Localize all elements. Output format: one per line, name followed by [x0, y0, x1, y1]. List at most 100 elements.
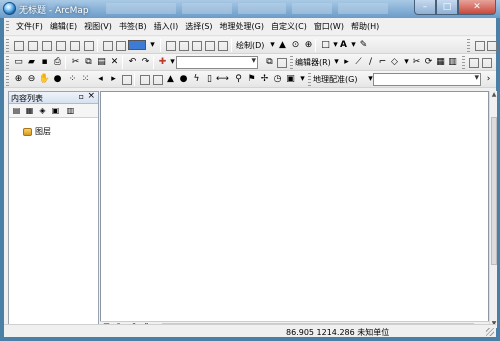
- layer-icon[interactable]: [190, 39, 203, 52]
- layout-icon[interactable]: [40, 39, 53, 52]
- fill-color-swatch[interactable]: [128, 40, 146, 50]
- layout-icon[interactable]: [114, 39, 127, 52]
- toc-title: 内容列表: [11, 94, 43, 103]
- editor-menu-label[interactable]: 编辑器(R): [295, 57, 331, 68]
- measure-icon[interactable]: ⟷: [216, 73, 229, 86]
- menu-geoprocessing[interactable]: 地理处理(G): [217, 21, 267, 32]
- layout-icon[interactable]: [216, 39, 229, 52]
- menu-window[interactable]: 窗口(W): [311, 21, 347, 32]
- new-document-icon[interactable]: ▭: [12, 56, 25, 69]
- menu-edit[interactable]: 编辑(E): [47, 21, 80, 32]
- close-button[interactable]: ✕: [458, 0, 496, 15]
- scroll-up-icon[interactable]: ▲: [490, 91, 498, 99]
- vertical-scrollbar[interactable]: ▲ ▼: [489, 91, 497, 328]
- layout-icon[interactable]: [54, 39, 67, 52]
- layout-icon[interactable]: [68, 39, 81, 52]
- pin-icon[interactable]: ▫: [79, 92, 84, 101]
- georeferencing-layer-combo[interactable]: [373, 73, 481, 86]
- layout-icon[interactable]: [101, 39, 114, 52]
- find-icon[interactable]: ⚲: [232, 73, 245, 86]
- maximize-button[interactable]: □: [436, 0, 458, 15]
- cursor-icon[interactable]: ▲: [276, 39, 289, 52]
- chevron-down-icon[interactable]: ▾: [146, 39, 159, 52]
- cut-icon[interactable]: ✂: [69, 56, 82, 69]
- title-blur-band: [182, 3, 232, 14]
- fixed-zoom-out-icon[interactable]: ⁙: [79, 73, 92, 86]
- layout-icon[interactable]: [151, 73, 164, 86]
- paste-icon[interactable]: ▤: [95, 56, 108, 69]
- menu-bar: 文件(F) 编辑(E) 视图(V) 书签(B) 插入(I) 选择(S) 地理处理…: [4, 18, 496, 36]
- layout-icon[interactable]: [12, 39, 25, 52]
- title-bar: 无标题 - ArcMap – □ ✕: [0, 0, 500, 18]
- identify-icon[interactable]: ●: [177, 73, 190, 86]
- sketch-props-icon[interactable]: ▥: [446, 56, 459, 69]
- toc-toolbar: ▤ ▦ ◈ ▣ ▥: [9, 104, 98, 118]
- draw-menu-label[interactable]: 绘制(D): [236, 40, 264, 51]
- menu-view[interactable]: 视图(V): [81, 21, 115, 32]
- layout-icon[interactable]: [203, 39, 216, 52]
- layout-icon[interactable]: [138, 73, 151, 86]
- fixed-zoom-in-icon[interactable]: ⁘: [66, 73, 79, 86]
- toolbar-grip: [462, 56, 465, 69]
- zoom-icon[interactable]: ⊕: [302, 39, 315, 52]
- layout-icon[interactable]: [467, 56, 480, 69]
- layout-icon[interactable]: [120, 73, 133, 86]
- edit-icon[interactable]: ✎: [357, 39, 370, 52]
- scale-combo[interactable]: [176, 56, 258, 69]
- layout-icon[interactable]: [82, 39, 95, 52]
- table-of-contents-panel: 内容列表 ▫ × ▤ ▦ ◈ ▣ ▥ 图层: [8, 91, 99, 337]
- delete-icon[interactable]: ✕: [108, 56, 121, 69]
- rotate-icon[interactable]: ⊙: [289, 39, 302, 52]
- menu-insert[interactable]: 插入(I): [151, 21, 182, 32]
- grid-icon[interactable]: [177, 39, 190, 52]
- html-popup-icon[interactable]: ▯: [203, 73, 216, 86]
- grid-icon[interactable]: [26, 39, 39, 52]
- toc-close-icon[interactable]: ×: [87, 91, 95, 101]
- zoom-out-icon[interactable]: ⊖: [25, 73, 38, 86]
- title-blur-band: [338, 3, 388, 14]
- title-blur-band: [238, 3, 286, 14]
- goto-xy-icon[interactable]: ✢: [258, 73, 271, 86]
- list-by-source-icon[interactable]: ▦: [24, 105, 35, 116]
- find-route-icon[interactable]: ⚑: [245, 73, 258, 86]
- forward-extent-icon[interactable]: ▸: [107, 73, 120, 86]
- list-by-visibility-icon[interactable]: ◈: [37, 105, 48, 116]
- full-extent-icon[interactable]: ●: [51, 73, 64, 86]
- options-icon[interactable]: ▥: [65, 105, 76, 116]
- toolbar-grip: [6, 56, 9, 69]
- window-title: 无标题 - ArcMap: [19, 6, 89, 16]
- zoom-in-icon[interactable]: ⊕: [12, 73, 25, 86]
- list-by-selection-icon[interactable]: ▣: [50, 105, 61, 116]
- grid-icon[interactable]: [164, 39, 177, 52]
- hyperlink-icon[interactable]: ϟ: [190, 73, 203, 86]
- menu-help[interactable]: 帮助(H): [348, 21, 382, 32]
- open-folder-icon[interactable]: ▰: [25, 56, 38, 69]
- resize-grip[interactable]: [486, 328, 494, 336]
- pan-icon[interactable]: ✋: [38, 73, 51, 86]
- layer-item[interactable]: 图层: [23, 126, 51, 137]
- menu-file[interactable]: 文件(F): [13, 21, 46, 32]
- layout-icon[interactable]: [480, 56, 493, 69]
- layout-icon[interactable]: [485, 39, 498, 52]
- menu-bookmarks[interactable]: 书签(B): [116, 21, 150, 32]
- map-view[interactable]: [100, 91, 489, 328]
- chevron-right-icon[interactable]: ›: [482, 73, 495, 86]
- print-icon[interactable]: ⎙: [51, 56, 64, 69]
- georeferencing-menu-label[interactable]: 地理配准(G): [313, 74, 357, 85]
- vertical-scroll-thumb[interactable]: [491, 117, 497, 265]
- toolbar-row-3: ⊕ ⊖ ✋ ● ⁘ ⁙ ◂ ▸ ▲ ● ϟ ▯ ⟷ ⚲ ⚑ ✢ ◷ ▣ ▾ 地理…: [4, 71, 496, 88]
- menu-customize[interactable]: 自定义(C): [268, 21, 310, 32]
- save-icon[interactable]: ▪: [38, 56, 51, 69]
- menu-selection[interactable]: 选择(S): [182, 21, 215, 32]
- minimize-button[interactable]: –: [414, 0, 436, 15]
- list-by-drawing-order-icon[interactable]: ▤: [11, 105, 22, 116]
- undo-icon[interactable]: ↶: [126, 56, 139, 69]
- back-extent-icon[interactable]: ◂: [94, 73, 107, 86]
- toolbar-row-2: ▭ ▰ ▪ ⎙ ✂ ⧉ ▤ ✕ ↶ ↷ ✚ ▾ ⧉ 编辑器(R) ▾ ▸ ⟋ /…: [4, 54, 496, 71]
- layout-icon[interactable]: [275, 56, 288, 69]
- time-slider-icon[interactable]: ◷: [271, 73, 284, 86]
- menu-grip: [6, 20, 9, 33]
- copy-icon[interactable]: ⧉: [82, 56, 95, 69]
- redo-icon[interactable]: ↷: [139, 56, 152, 69]
- select-elements-icon[interactable]: ▲: [164, 73, 177, 86]
